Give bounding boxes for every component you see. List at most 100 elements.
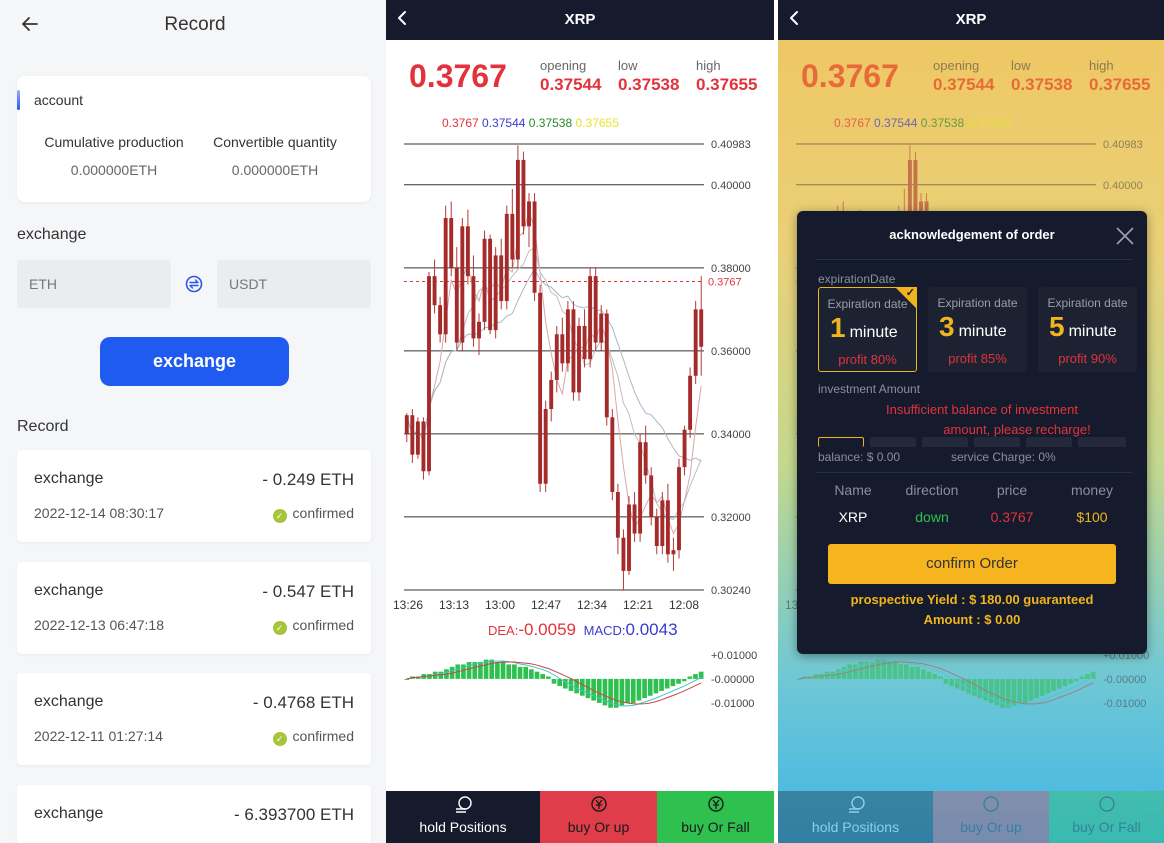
option-duration: 1 minute <box>830 312 898 344</box>
header: XRP <box>386 0 774 40</box>
record-amount: - 0.249 ETH <box>262 470 354 489</box>
macd-bar <box>670 678 676 687</box>
macd-tick-label: -0.00000 <box>711 674 754 686</box>
from-currency-input[interactable]: ETH <box>17 260 171 308</box>
macd-bar <box>1056 678 1062 689</box>
expiration-option-1min[interactable]: Expiration date 1 minute profit 80% ✓ <box>818 287 917 372</box>
opening-value: 0.37544 <box>933 75 995 94</box>
expiration-label: expirationDate <box>818 272 896 286</box>
column-header: direction <box>905 482 959 498</box>
convertible-value: 0.000000ETH <box>231 162 319 178</box>
macd-bar <box>949 678 954 687</box>
swap-icon[interactable] <box>185 275 203 293</box>
check-icon: ✓ <box>905 287 915 299</box>
divider <box>816 259 1132 260</box>
x-tick-label: 13:13 <box>439 598 469 612</box>
candle-body <box>649 475 654 517</box>
expiration-option-5min[interactable]: Expiration date 5 minute profit 90% <box>1038 287 1137 372</box>
y-tick-label: 0.40000 <box>711 180 751 192</box>
macd-value: 0.0043 <box>625 620 678 639</box>
record-item[interactable]: exchange - 6.393700 ETH <box>17 785 371 843</box>
candle-body <box>549 379 554 409</box>
macd-bar <box>915 666 921 679</box>
record-item[interactable]: exchange - 0.4768 ETH 2022-12-11 01:27:1… <box>17 673 371 765</box>
check-icon: ✓ <box>272 621 287 635</box>
balance: balance: $ 0.00 <box>818 450 901 464</box>
opening-stat: opening 0.37544 <box>933 58 994 95</box>
confirm-order-button[interactable]: confirm Order <box>828 544 1116 584</box>
investment-label: investment Amount <box>818 382 921 396</box>
candle-body <box>610 417 615 493</box>
candle-body <box>604 313 609 418</box>
option-number: 1 <box>830 312 846 343</box>
dea-label: DEA: <box>488 623 519 638</box>
macd-bar <box>1028 678 1034 701</box>
low-stat: low 0.37538 <box>618 58 679 95</box>
current-price: 0.3767 <box>409 58 507 94</box>
macd-bar <box>887 662 892 679</box>
option-caption: Expiration date <box>937 296 1018 310</box>
macd-bar <box>579 678 585 696</box>
amount-option[interactable] <box>1026 437 1072 447</box>
close-icon[interactable] <box>1115 226 1135 246</box>
y-tick-label: 0.40983 <box>711 139 751 151</box>
macd-bar <box>1034 678 1039 699</box>
expiration-option-3min[interactable]: Expiration date 3 minute profit 85% <box>928 287 1027 372</box>
candle-body <box>427 276 431 472</box>
amount-option[interactable] <box>922 437 968 447</box>
x-tick-label: 12:21 <box>623 598 653 612</box>
y-tick-label: 0.36000 <box>711 346 751 358</box>
amount-option[interactable] <box>1078 437 1126 447</box>
record-panel: Record account Cumulative production 0.0… <box>0 0 386 843</box>
amount-option[interactable] <box>818 437 864 447</box>
convertible-quantity: Convertible quantity 0.000000ETH <box>190 134 360 178</box>
exchange-button[interactable]: exchange <box>100 337 289 386</box>
tab-buy-up[interactable]: buy Or up <box>933 791 1049 843</box>
tab-hold-positions[interactable]: hold Positions <box>386 791 540 843</box>
candle-body <box>510 213 515 260</box>
amount-option[interactable] <box>870 437 916 447</box>
record-section-label: Record <box>17 418 69 435</box>
y-tick-label: 0.38000 <box>711 263 751 275</box>
candle-body <box>632 504 637 534</box>
tab-buy-up[interactable]: buy Or up <box>540 791 657 843</box>
candle-body <box>454 267 459 343</box>
candle-body <box>521 159 526 227</box>
opening-value: 0.37544 <box>540 75 602 94</box>
tab-buy-fall[interactable]: buy Or Fall <box>657 791 774 843</box>
ma-values: 0.3767 0.37544 0.37538 0.37655 <box>442 116 619 130</box>
macd-bar <box>642 678 647 699</box>
tab-hold-positions[interactable]: hold Positions <box>778 791 933 843</box>
candle-body <box>699 309 704 347</box>
option-duration: 5 minute <box>1049 311 1117 343</box>
order-panel: 0.409830.400000.380000.360000.340000.320… <box>778 0 1164 843</box>
option-unit: minute <box>958 323 1007 340</box>
page-title: Record <box>164 14 226 35</box>
candle-body <box>654 516 659 546</box>
tab-label: buy Or up <box>960 819 1022 835</box>
amount-option[interactable] <box>974 437 1020 447</box>
candle-body <box>593 276 598 343</box>
to-currency-input[interactable]: USDT <box>217 260 371 308</box>
yen-coin-icon <box>590 796 607 812</box>
macd-bar <box>495 662 500 679</box>
coins-icon <box>456 796 472 813</box>
macd-tick-label: +0.01000 <box>711 650 757 662</box>
record-amount: - 0.547 ETH <box>262 582 354 601</box>
macd-bar <box>1068 678 1073 684</box>
x-tick-label: 12:34 <box>577 598 607 612</box>
option-duration: 3 minute <box>939 311 1007 343</box>
macd-bar <box>529 669 534 679</box>
candle-body <box>571 309 576 393</box>
macd-bar <box>647 678 653 696</box>
macd-bar <box>921 669 926 679</box>
record-status: ✓ confirmed <box>272 728 354 746</box>
y-tick-label: 0.34000 <box>711 429 751 441</box>
candle-body <box>677 467 681 551</box>
tab-buy-fall[interactable]: buy Or Fall <box>1049 791 1164 843</box>
record-item[interactable]: exchange - 0.547 ETH 2022-12-13 06:47:18… <box>17 562 371 654</box>
candle-body <box>410 415 415 455</box>
ma-values: 0.3767 0.37544 0.37538 0.37655 <box>834 116 1011 130</box>
header: XRP <box>778 0 1164 40</box>
record-item[interactable]: exchange - 0.249 ETH 2022-12-14 08:30:17… <box>17 450 371 542</box>
